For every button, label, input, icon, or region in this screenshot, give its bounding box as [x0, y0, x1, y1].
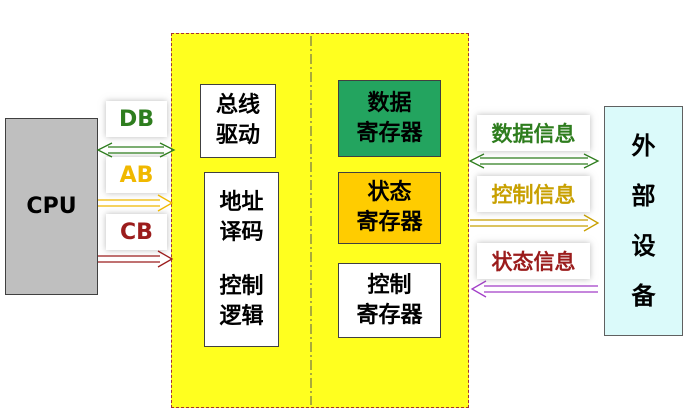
cb-bus-arrow	[98, 250, 174, 268]
bus-driver-box: 总线 驱动	[200, 84, 276, 158]
control-register-line1: 控制	[367, 272, 412, 298]
device-char-4: 备	[631, 282, 656, 310]
data-info-label: 数据信息	[477, 115, 590, 151]
decode-line3: 控制	[219, 273, 264, 299]
status-register-box: 状态 寄存器	[338, 172, 441, 244]
status-register-line1: 状态	[367, 180, 412, 205]
decode-line2: 译码	[219, 219, 264, 245]
device-char-2: 部	[631, 182, 656, 210]
decode-line1: 地址	[219, 189, 264, 215]
bus-driver-line1: 总线	[215, 93, 260, 118]
data-register-box: 数据 寄存器	[338, 80, 441, 157]
control-register-line2: 寄存器	[356, 302, 423, 328]
control-info-arrow	[470, 214, 600, 232]
control-register-box: 控制 寄存器	[338, 263, 441, 338]
status-register-line2: 寄存器	[356, 210, 423, 235]
device-char-1: 外	[631, 132, 656, 160]
db-bus-arrow	[96, 142, 176, 158]
bus-driver-line2: 驱动	[215, 123, 260, 148]
control-info-label: 控制信息	[477, 176, 590, 212]
status-info-arrow	[470, 280, 598, 298]
decode-line4: 逻辑	[219, 303, 264, 329]
status-info-label: 状态信息	[477, 243, 590, 279]
external-device-block: 外 部 设 备	[604, 106, 683, 336]
data-info-arrow	[468, 153, 600, 169]
data-register-line1: 数据	[367, 90, 412, 116]
decode-control-logic-box: 地址 译码 控制 逻辑	[204, 172, 279, 347]
device-char-3: 设	[631, 232, 656, 260]
ab-bus-arrow	[98, 194, 174, 212]
data-register-line2: 寄存器	[356, 120, 423, 146]
